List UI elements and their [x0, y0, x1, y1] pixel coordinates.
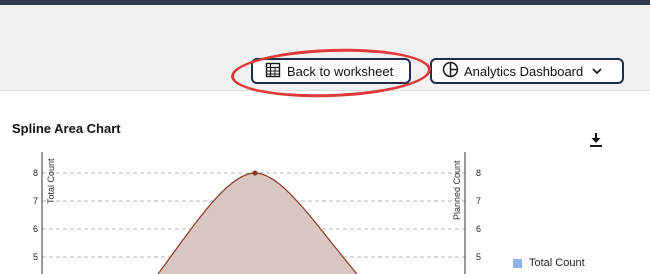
- data-point-peak: [252, 170, 258, 176]
- y-tick-label-left: 8: [33, 168, 38, 178]
- y-tick-label-left: 7: [33, 196, 38, 206]
- chart-legend[interactable]: Total Count: [513, 257, 585, 269]
- y-tick-label-left: 5: [33, 252, 38, 262]
- analytics-dashboard-label: Analytics Dashboard: [464, 63, 584, 79]
- y-tick-label-right: 5: [476, 252, 481, 262]
- y-axis-right-title: Planned Count: [452, 160, 462, 220]
- spline-area-chart: 8 7 6 5 8 7 6 5 Total Count Planned Count: [33, 152, 481, 274]
- analytics-dashboard-dropdown[interactable]: Analytics Dashboard: [430, 58, 624, 84]
- legend-swatch: [513, 258, 522, 268]
- y-axis-left-title: Total Count: [46, 158, 56, 204]
- right-axis-ticks: 8 7 6 5: [476, 168, 481, 262]
- y-tick-label-right: 8: [476, 168, 481, 178]
- y-tick-label-right: 7: [476, 196, 481, 206]
- left-axis-ticks: 8 7 6 5: [33, 168, 38, 262]
- chevron-down-icon: [591, 64, 603, 79]
- y-tick-label-left: 6: [33, 224, 38, 234]
- series-area: [158, 173, 357, 274]
- pie-chart-icon: [442, 61, 459, 81]
- y-tick-label-right: 6: [476, 224, 481, 234]
- legend-label: Total Count: [529, 257, 585, 269]
- chart-title: Spline Area Chart: [12, 121, 121, 136]
